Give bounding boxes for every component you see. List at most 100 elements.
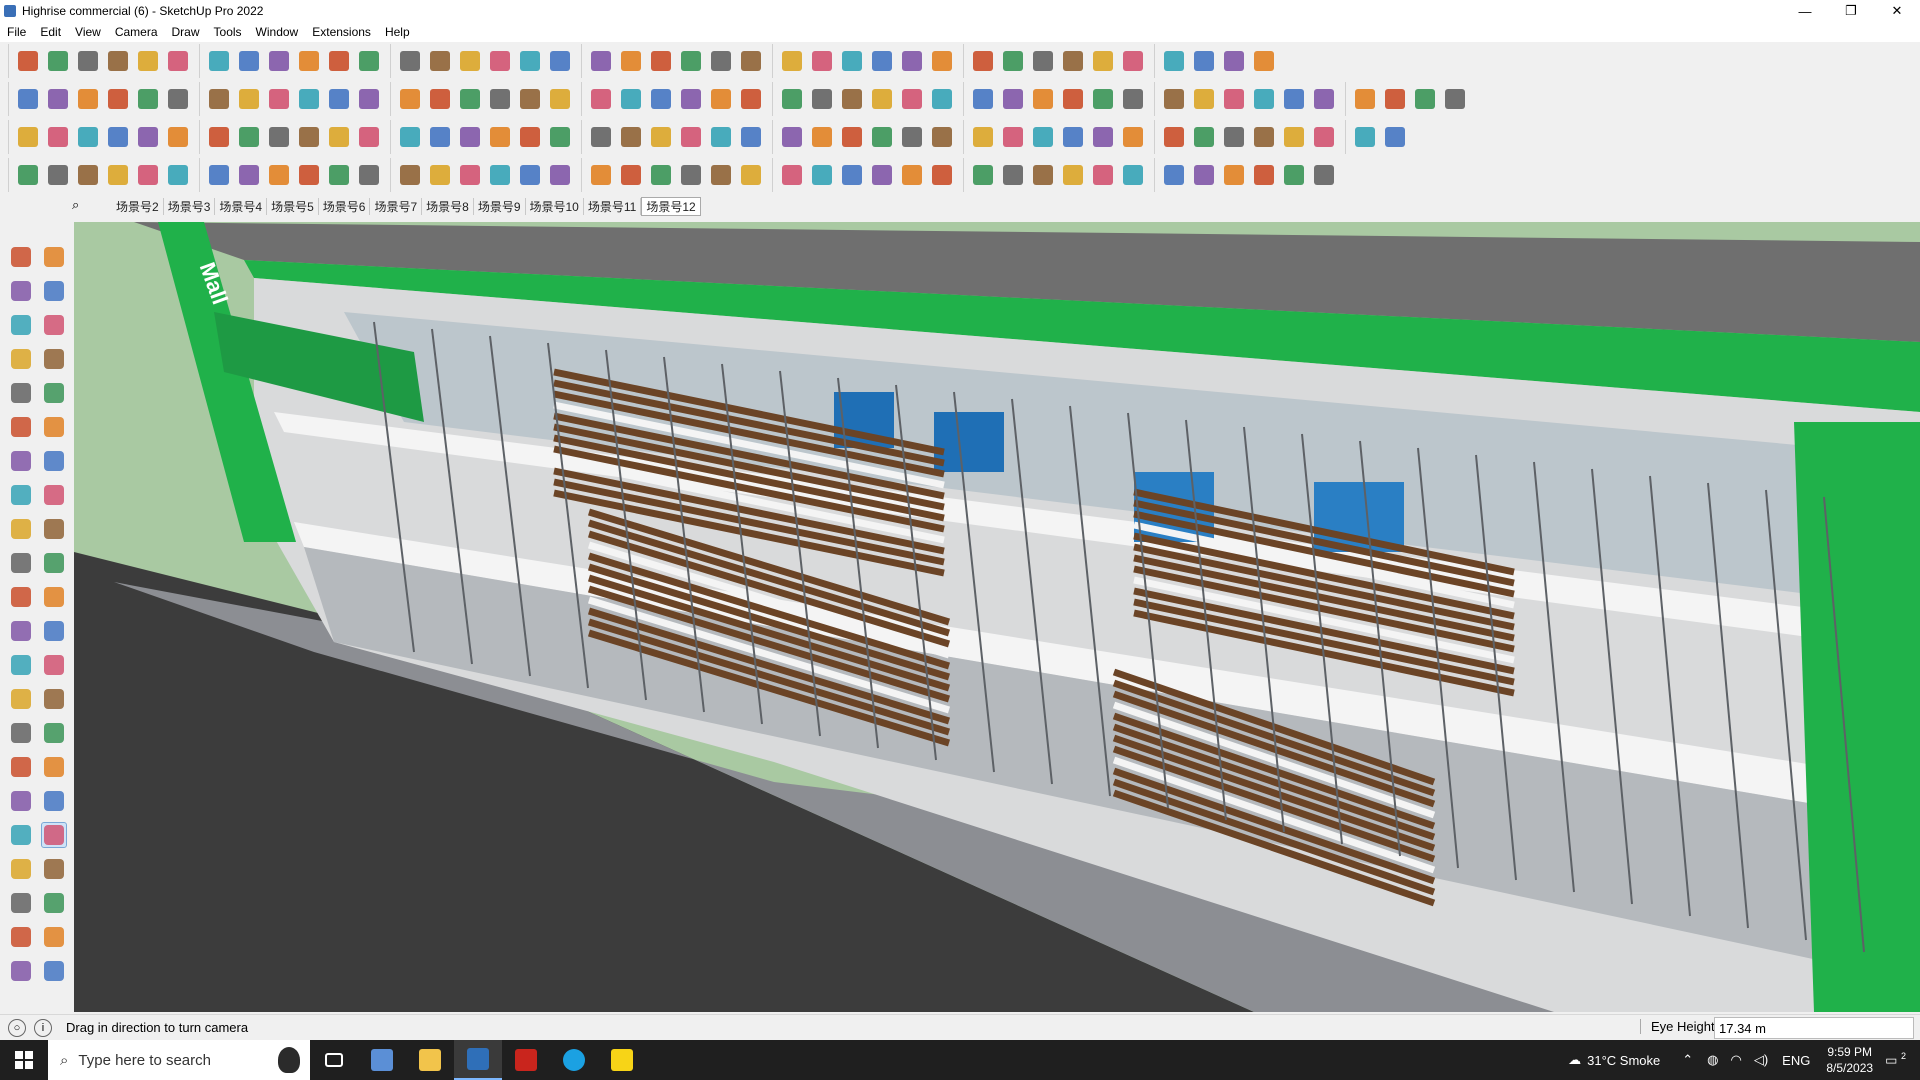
tool-icon[interactable]: [516, 47, 544, 75]
tool-icon[interactable]: [104, 85, 132, 113]
tool-icon[interactable]: [134, 161, 162, 189]
tool-icon[interactable]: [707, 161, 735, 189]
tool-icon[interactable]: [677, 47, 705, 75]
menu-tools[interactable]: Tools: [207, 25, 249, 39]
tool-icon[interactable]: [1119, 47, 1147, 75]
tool-icon[interactable]: [1441, 85, 1469, 113]
tool-icon[interactable]: [44, 47, 72, 75]
tool-icon[interactable]: [164, 161, 192, 189]
tool-icon[interactable]: [969, 85, 997, 113]
tool-icon[interactable]: [8, 618, 34, 644]
tool-icon[interactable]: [1059, 123, 1087, 151]
notifications-button[interactable]: ▭ 2: [1885, 1051, 1906, 1068]
file-explorer-icon[interactable]: [406, 1040, 454, 1080]
tool-icon[interactable]: [8, 958, 34, 984]
tool-icon[interactable]: [205, 47, 233, 75]
tool-icon[interactable]: [808, 85, 836, 113]
tool-icon[interactable]: [8, 278, 34, 304]
tool-icon[interactable]: [1160, 123, 1188, 151]
tool-icon[interactable]: [41, 754, 67, 780]
tool-icon[interactable]: [205, 85, 233, 113]
tool-icon[interactable]: [838, 161, 866, 189]
tool-icon[interactable]: [396, 161, 424, 189]
tool-icon[interactable]: [41, 278, 67, 304]
maximize-button[interactable]: ❐: [1828, 0, 1874, 22]
weather-widget[interactable]: ☁ 31°C Smoke: [1568, 1052, 1660, 1068]
network-icon[interactable]: ◍: [1707, 1052, 1718, 1068]
tool-icon[interactable]: [1220, 85, 1248, 113]
tool-icon[interactable]: [969, 123, 997, 151]
geolocation-icon[interactable]: ○: [8, 1018, 26, 1037]
tool-icon[interactable]: [778, 123, 806, 151]
tool-icon[interactable]: [1280, 161, 1308, 189]
tool-icon[interactable]: [456, 161, 484, 189]
tool-icon[interactable]: [928, 123, 956, 151]
tool-icon[interactable]: [969, 47, 997, 75]
tool-icon[interactable]: [587, 85, 615, 113]
tool-icon[interactable]: [235, 47, 263, 75]
tool-icon[interactable]: [587, 123, 615, 151]
volume-icon[interactable]: ◁): [1754, 1052, 1768, 1068]
tool-icon[interactable]: [104, 123, 132, 151]
tool-icon[interactable]: [41, 380, 67, 406]
tool-icon[interactable]: [516, 85, 544, 113]
tool-icon[interactable]: [1411, 85, 1439, 113]
tool-icon[interactable]: [1280, 123, 1308, 151]
tool-icon[interactable]: [677, 85, 705, 113]
tool-icon[interactable]: [868, 85, 896, 113]
tool-icon[interactable]: [486, 123, 514, 151]
tool-icon[interactable]: [617, 123, 645, 151]
tab-scene-9[interactable]: 场景号9: [474, 197, 526, 215]
model-viewport[interactable]: Mall: [74, 222, 1920, 1012]
tool-icon[interactable]: [164, 85, 192, 113]
tool-icon[interactable]: [8, 686, 34, 712]
look-around-tool-icon[interactable]: [40, 822, 67, 848]
close-button[interactable]: ✕: [1874, 0, 1920, 22]
tool-icon[interactable]: [134, 47, 162, 75]
tool-icon[interactable]: [1029, 47, 1057, 75]
tool-icon[interactable]: [74, 47, 102, 75]
tool-icon[interactable]: [295, 161, 323, 189]
tool-icon[interactable]: [1160, 47, 1188, 75]
tool-icon[interactable]: [8, 788, 34, 814]
tool-icon[interactable]: [1280, 85, 1308, 113]
tool-icon[interactable]: [14, 85, 42, 113]
tool-icon[interactable]: [41, 516, 67, 542]
measurements-box[interactable]: 17.34 m: [1714, 1017, 1914, 1039]
tool-icon[interactable]: [1190, 161, 1218, 189]
tool-icon[interactable]: [1250, 161, 1278, 189]
tool-icon[interactable]: [1119, 123, 1147, 151]
info-icon[interactable]: i: [34, 1018, 52, 1037]
search-icon[interactable]: ⌕: [72, 197, 90, 215]
tool-icon[interactable]: [104, 161, 132, 189]
tool-icon[interactable]: [265, 85, 293, 113]
tool-icon[interactable]: [74, 123, 102, 151]
tool-icon[interactable]: [1250, 123, 1278, 151]
tool-icon[interactable]: [235, 123, 263, 151]
tab-scene-3[interactable]: 场景号3: [164, 197, 216, 215]
tool-icon[interactable]: [134, 85, 162, 113]
tool-icon[interactable]: [486, 47, 514, 75]
tool-icon[interactable]: [44, 85, 72, 113]
language-indicator[interactable]: ENG: [1782, 1053, 1810, 1068]
tool-icon[interactable]: [426, 123, 454, 151]
tool-icon[interactable]: [1310, 161, 1338, 189]
tool-icon[interactable]: [546, 123, 574, 151]
tool-icon[interactable]: [1160, 85, 1188, 113]
tool-icon[interactable]: [868, 161, 896, 189]
tool-icon[interactable]: [677, 123, 705, 151]
tool-icon[interactable]: [1190, 123, 1218, 151]
tool-icon[interactable]: [41, 414, 67, 440]
tool-icon[interactable]: [41, 686, 67, 712]
acrobat-app-icon[interactable]: [502, 1040, 550, 1080]
tool-icon[interactable]: [396, 123, 424, 151]
tool-icon[interactable]: [1089, 85, 1117, 113]
tool-icon[interactable]: [1059, 161, 1087, 189]
tool-icon[interactable]: [969, 161, 997, 189]
tab-scene-5[interactable]: 场景号5: [267, 197, 319, 215]
tool-icon[interactable]: [41, 312, 67, 338]
tool-icon[interactable]: [104, 47, 132, 75]
tool-icon[interactable]: [808, 161, 836, 189]
wifi-icon[interactable]: ◠: [1731, 1052, 1742, 1068]
building-render[interactable]: Mall: [74, 222, 1920, 1012]
